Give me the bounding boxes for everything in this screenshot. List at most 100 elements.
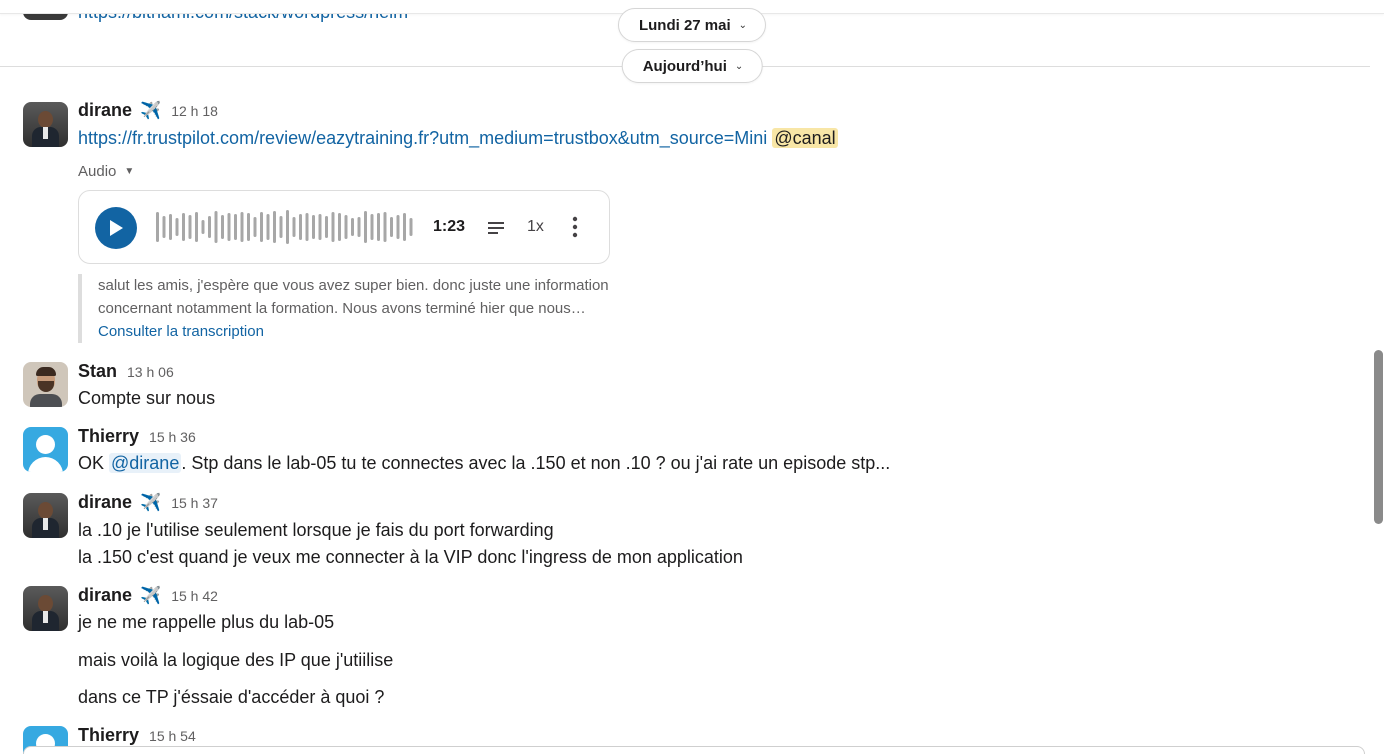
waveform-bar [390, 217, 393, 237]
waveform-bar [351, 218, 354, 236]
message-text-part: OK [78, 453, 110, 473]
channel-mention[interactable]: @canal [772, 128, 838, 148]
waveform-bar [182, 213, 185, 241]
user-mention[interactable]: @dirane [109, 453, 182, 473]
caret-down-icon: ▼ [124, 166, 135, 177]
author-name[interactable]: dirane [78, 100, 132, 121]
date-label: Lundi 27 mai [638, 16, 731, 34]
message-link[interactable]: https://fr.trustpilot.com/review/eazytra… [78, 128, 767, 148]
message-text: dans ce TP j'éssaie d'accéder à quoi ? [78, 687, 385, 707]
message-text: OK @dirane. Stp dans le lab-05 tu te con… [78, 453, 890, 474]
waveform-bar [409, 218, 413, 236]
timestamp[interactable]: 15 h 54 [149, 728, 196, 744]
avatar[interactable] [23, 102, 68, 147]
waveform-bar [208, 216, 211, 238]
waveform-bar [403, 213, 406, 241]
waveform-bar [344, 215, 348, 239]
message-text: la .10 je l'utilise seulement lorsque je… [78, 520, 554, 540]
date-label: Aujourd’hui [642, 57, 727, 75]
waveform-bar [195, 212, 198, 242]
message-text: mais voilà la logique des IP que j'utiil… [78, 650, 394, 670]
status-emoji[interactable]: ✈️ [140, 586, 161, 606]
waveform-bar [312, 215, 315, 239]
status-emoji[interactable]: ✈️ [140, 101, 161, 121]
play-icon [110, 220, 123, 236]
waveform-bar [214, 211, 218, 243]
waveform-bar [221, 215, 224, 239]
message-text: la .150 c'est quand je veux me connecter… [78, 547, 743, 567]
waveform-bar [338, 213, 341, 241]
avatar[interactable] [23, 362, 68, 407]
waveform-bar [364, 211, 367, 243]
waveform-bar [318, 214, 322, 240]
play-button[interactable] [95, 207, 137, 249]
avatar[interactable] [23, 493, 68, 538]
author-name[interactable]: Thierry [78, 426, 139, 447]
waveform-bar [247, 213, 250, 241]
waveform-bar [273, 211, 276, 243]
waveform-bar [370, 214, 374, 240]
audio-toggle[interactable]: Audio ▼ [78, 163, 134, 180]
waveform-bar [169, 214, 172, 240]
waveform-bar [240, 212, 244, 242]
waveform-bar [162, 216, 166, 238]
waveform-bar [227, 213, 231, 241]
message-text: https://fr.trustpilot.com/review/eazytra… [78, 128, 838, 149]
waveform-bar [383, 212, 387, 242]
transcript-line: concernant notamment la formation. Nous … [98, 300, 586, 317]
transcript-icon[interactable] [486, 219, 506, 237]
message-text-part: . Stp dans le lab-05 tu te connectes ave… [181, 453, 891, 473]
date-pill-lundi[interactable]: Lundi 27 mai ⌄ [617, 8, 767, 42]
waveform-bar [377, 213, 380, 241]
waveform-bar [286, 210, 289, 244]
waveform-bar [325, 216, 328, 238]
message-header: dirane ✈️ 15 h 37 [78, 492, 218, 513]
message-composer[interactable] [23, 746, 1365, 754]
audio-label: Audio [78, 163, 117, 180]
transcript-preview: salut les amis, j'espère que vous avez s… [78, 274, 658, 343]
waveform-bar [357, 217, 361, 237]
audio-player: 1:23 1x [78, 190, 610, 264]
author-name[interactable]: Thierry [78, 725, 139, 746]
message-text: Compte sur nous [78, 388, 216, 408]
waveform-bar [201, 220, 205, 234]
timestamp[interactable]: 15 h 42 [171, 588, 218, 604]
message-header: Thierry 15 h 54 [78, 725, 196, 746]
waveform[interactable] [156, 205, 418, 249]
timestamp[interactable]: 12 h 18 [171, 103, 218, 119]
waveform-bar [331, 212, 335, 242]
message-header: Thierry 15 h 36 [78, 426, 196, 447]
message-text: je ne me rappelle plus du lab-05 [78, 612, 335, 632]
timestamp[interactable]: 13 h 06 [127, 364, 174, 380]
chevron-down-icon: ⌄ [738, 19, 748, 31]
timestamp[interactable]: 15 h 37 [171, 495, 218, 511]
waveform-bar [305, 213, 309, 241]
avatar[interactable] [23, 427, 68, 472]
waveform-bar [299, 214, 302, 240]
message-header: dirane ✈️ 15 h 42 [78, 585, 218, 606]
avatar[interactable] [23, 586, 68, 631]
scrollbar[interactable] [1374, 350, 1383, 524]
author-name[interactable]: dirane [78, 585, 132, 606]
audio-duration: 1:23 [433, 218, 466, 235]
waveform-bar [292, 217, 296, 237]
status-emoji[interactable]: ✈️ [140, 493, 161, 513]
date-pill-today[interactable]: Aujourd’hui ⌄ [621, 49, 763, 83]
waveform-bar [260, 212, 263, 242]
transcript-line: salut les amis, j'espère que vous avez s… [98, 277, 609, 294]
timestamp[interactable]: 15 h 36 [149, 429, 196, 445]
more-vertical-icon[interactable] [566, 215, 584, 239]
view-transcript-link[interactable]: Consulter la transcription [98, 320, 658, 343]
waveform-bar [234, 214, 237, 240]
waveform-bar [279, 216, 283, 238]
waveform-bar [175, 218, 179, 236]
message-header: Stan 13 h 06 [78, 361, 174, 382]
waveform-bar [396, 215, 400, 239]
author-name[interactable]: dirane [78, 492, 132, 513]
waveform-bar [253, 217, 257, 237]
playback-speed-button[interactable]: 1x [527, 218, 544, 236]
message-header: dirane ✈️ 12 h 18 [78, 100, 218, 121]
waveform-bar [156, 212, 159, 242]
chevron-down-icon: ⌄ [734, 60, 744, 72]
author-name[interactable]: Stan [78, 361, 117, 382]
